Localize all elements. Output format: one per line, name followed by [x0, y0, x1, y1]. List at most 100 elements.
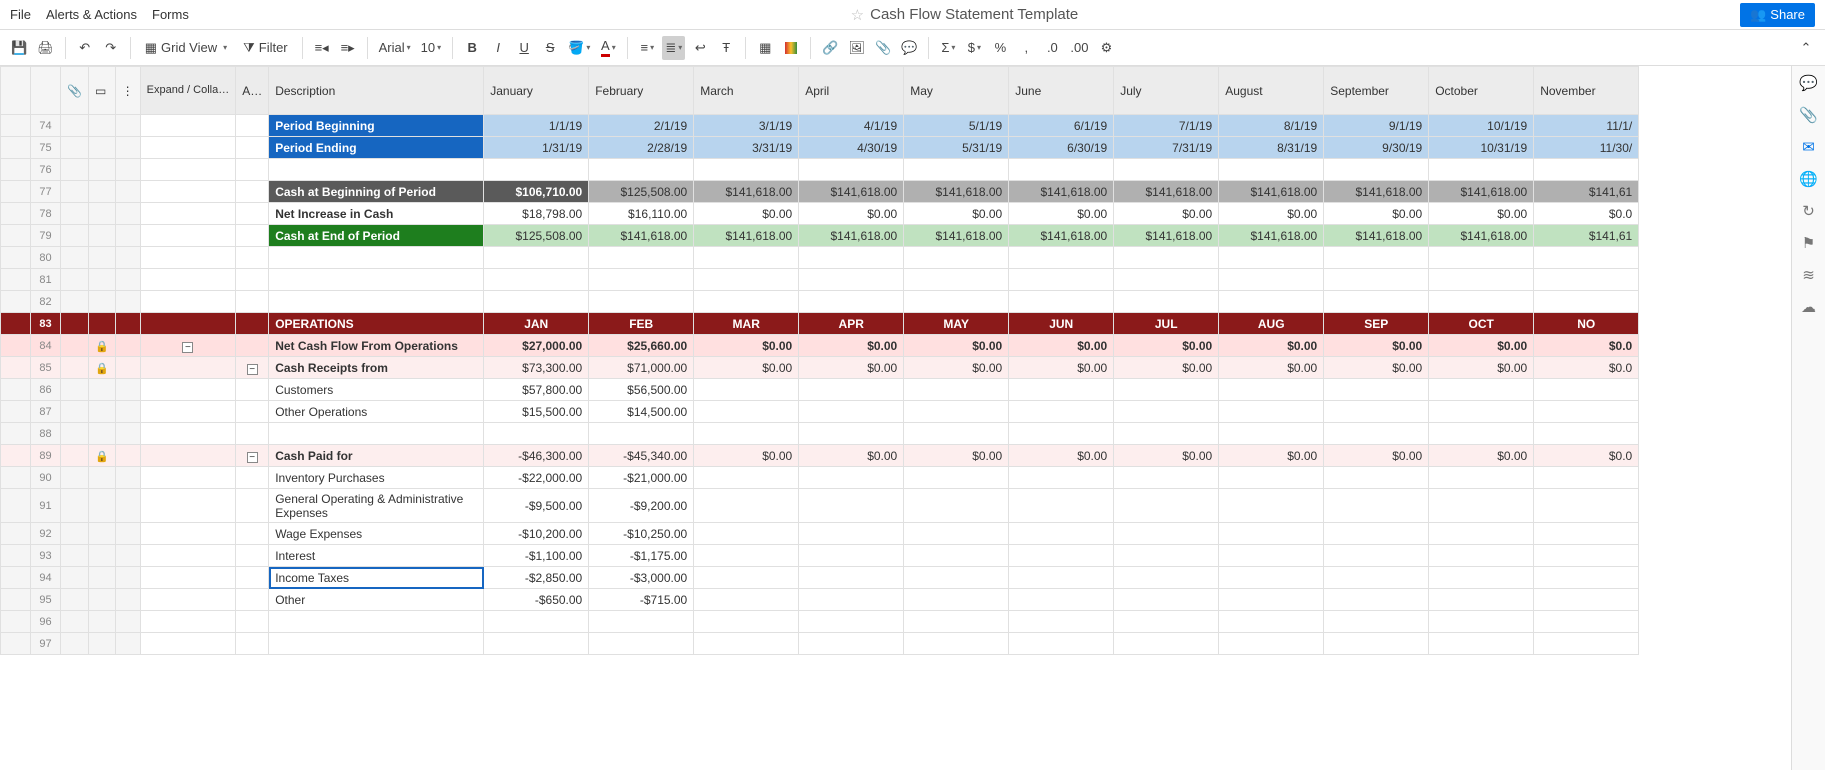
row-comment-cell[interactable] [88, 203, 115, 225]
data-cell[interactable]: $0.00 [694, 445, 799, 467]
currency-button[interactable]: $▾ [963, 36, 985, 60]
data-cell[interactable] [589, 423, 694, 445]
row-number[interactable]: 74 [31, 115, 61, 137]
data-cell[interactable]: NO [1534, 313, 1639, 335]
data-cell[interactable] [1009, 589, 1114, 611]
data-cell[interactable] [1219, 589, 1324, 611]
data-cell[interactable] [904, 589, 1009, 611]
collapse-icon[interactable]: − [247, 364, 258, 375]
data-cell[interactable]: $141,618.00 [1324, 181, 1429, 203]
data-cell[interactable] [1534, 467, 1639, 489]
data-cell[interactable] [799, 545, 904, 567]
data-cell[interactable]: $141,618.00 [1324, 225, 1429, 247]
expand-cell-1[interactable] [140, 489, 236, 523]
expand-cell-2[interactable] [236, 423, 269, 445]
data-cell[interactable] [694, 523, 799, 545]
row-selector-left[interactable] [1, 589, 31, 611]
data-cell[interactable]: $0.00 [1114, 203, 1219, 225]
row-action-cell[interactable] [115, 489, 140, 523]
data-cell[interactable] [904, 489, 1009, 523]
data-cell[interactable]: $0.00 [1324, 335, 1429, 357]
row-selector-left[interactable] [1, 379, 31, 401]
row-attachment-cell[interactable] [61, 137, 89, 159]
link-button[interactable]: 🔗 [819, 36, 841, 60]
row-number[interactable]: 93 [31, 545, 61, 567]
data-cell[interactable]: $141,618.00 [1009, 181, 1114, 203]
data-cell[interactable] [904, 423, 1009, 445]
data-cell[interactable]: $0.00 [1009, 445, 1114, 467]
row-attachment-cell[interactable] [61, 633, 89, 655]
description-cell[interactable]: Other [269, 589, 484, 611]
data-cell[interactable] [1429, 467, 1534, 489]
description-cell[interactable] [269, 423, 484, 445]
data-cell[interactable]: MAY [904, 313, 1009, 335]
data-cell[interactable] [799, 567, 904, 589]
data-cell[interactable]: 3/1/19 [694, 115, 799, 137]
data-cell[interactable]: -$45,340.00 [589, 445, 694, 467]
row-attachment-cell[interactable] [61, 545, 89, 567]
row-comment-cell[interactable] [88, 291, 115, 313]
data-cell[interactable] [1324, 589, 1429, 611]
row-attachment-cell[interactable] [61, 445, 89, 467]
data-cell[interactable] [1009, 523, 1114, 545]
data-cell[interactable]: 10/1/19 [1429, 115, 1534, 137]
row-attachment-cell[interactable] [61, 335, 89, 357]
save-button[interactable]: 💾 [8, 36, 30, 60]
row-attachment-cell[interactable] [61, 489, 89, 523]
data-cell[interactable]: $15,500.00 [484, 401, 589, 423]
description-cell[interactable]: General Operating & Administrative Expen… [269, 489, 484, 523]
data-cell[interactable] [799, 611, 904, 633]
data-cell[interactable] [1219, 269, 1324, 291]
description-cell[interactable]: Cash Receipts from [269, 357, 484, 379]
data-cell[interactable] [694, 567, 799, 589]
row-attachment-cell[interactable] [61, 313, 89, 335]
expand-cell-1[interactable] [140, 633, 236, 655]
data-cell[interactable]: $0.00 [694, 335, 799, 357]
data-cell[interactable] [1114, 633, 1219, 655]
data-cell[interactable] [1114, 423, 1219, 445]
data-cell[interactable]: $25,660.00 [589, 335, 694, 357]
row-number[interactable]: 75 [31, 137, 61, 159]
data-cell[interactable] [589, 633, 694, 655]
expand-cell-2[interactable] [236, 401, 269, 423]
data-cell[interactable]: $0.00 [694, 357, 799, 379]
row-attachment-cell[interactable] [61, 159, 89, 181]
row-comment-cell[interactable] [88, 115, 115, 137]
data-cell[interactable]: $0.00 [1114, 445, 1219, 467]
description-cell[interactable]: Cash at Beginning of Period [269, 181, 484, 203]
data-cell[interactable]: $27,000.00 [484, 335, 589, 357]
row-comment-cell[interactable] [88, 313, 115, 335]
data-cell[interactable]: $0.00 [1324, 357, 1429, 379]
italic-button[interactable]: I [487, 36, 509, 60]
data-cell[interactable] [589, 611, 694, 633]
expand-cell-1[interactable] [140, 291, 236, 313]
data-cell[interactable]: 7/1/19 [1114, 115, 1219, 137]
data-cell[interactable]: FEB [589, 313, 694, 335]
row-action-column-header[interactable]: ⋮ [115, 67, 140, 115]
row-selector-left[interactable] [1, 633, 31, 655]
data-cell[interactable] [694, 159, 799, 181]
data-cell[interactable] [799, 379, 904, 401]
data-cell[interactable] [1219, 523, 1324, 545]
expand-cell-1[interactable] [140, 589, 236, 611]
description-cell[interactable]: Wage Expenses [269, 523, 484, 545]
data-cell[interactable] [484, 423, 589, 445]
row-selector-left[interactable] [1, 567, 31, 589]
description-cell[interactable] [269, 611, 484, 633]
data-cell[interactable] [1429, 545, 1534, 567]
row-action-cell[interactable] [115, 589, 140, 611]
data-cell[interactable] [1219, 489, 1324, 523]
data-cell[interactable]: $141,618.00 [904, 225, 1009, 247]
data-cell[interactable] [1429, 247, 1534, 269]
data-cell[interactable] [904, 545, 1009, 567]
data-cell[interactable]: MAR [694, 313, 799, 335]
expand-cell-1[interactable] [140, 467, 236, 489]
row-selector-left[interactable] [1, 545, 31, 567]
data-cell[interactable]: $0.00 [1429, 203, 1534, 225]
data-cell[interactable]: $0.00 [694, 203, 799, 225]
description-cell[interactable]: Net Cash Flow From Operations [269, 335, 484, 357]
expand-cell-2[interactable] [236, 379, 269, 401]
spreadsheet-grid[interactable]: 📎 ▭ ⋮ Expand / Colla… A… Description Jan… [0, 66, 1791, 770]
data-cell[interactable] [484, 633, 589, 655]
row-comment-cell[interactable] [88, 379, 115, 401]
